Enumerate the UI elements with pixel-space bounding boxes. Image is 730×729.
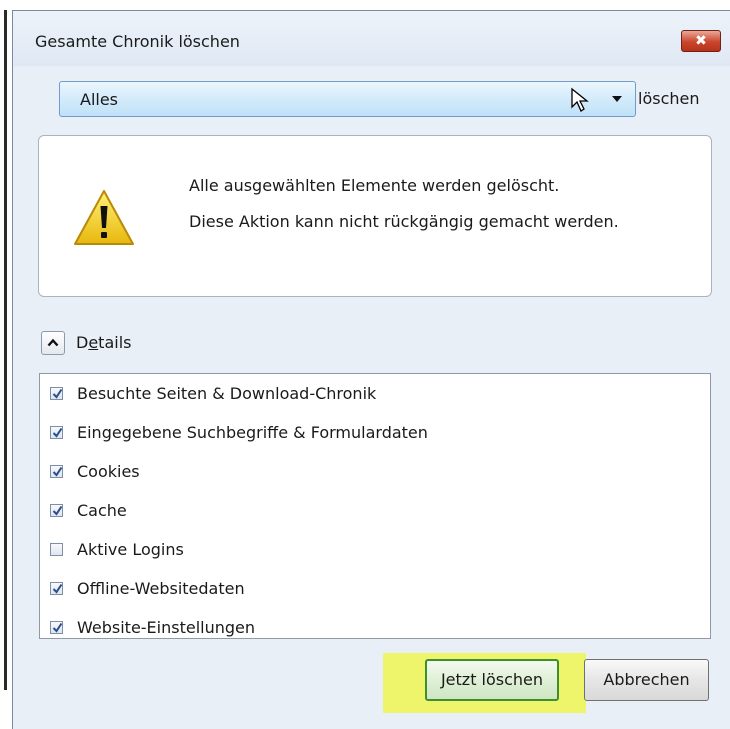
window-title: Gesamte Chronik löschen <box>35 32 240 51</box>
list-item-label: Eingegebene Suchbegriffe & Formulardaten <box>77 422 428 442</box>
close-icon: ✖ <box>695 33 707 49</box>
list-item[interactable]: Cookies <box>50 458 140 484</box>
time-range-value: Alles <box>80 90 119 109</box>
chevron-down-icon[interactable] <box>612 96 622 102</box>
list-item[interactable]: Eingegebene Suchbegriffe & Formulardaten <box>50 419 428 445</box>
list-item[interactable]: Cache <box>50 497 127 523</box>
list-item[interactable]: Aktive Logins <box>50 536 184 562</box>
warning-icon <box>74 190 134 245</box>
warning-irreversible-message: Diese Aktion kann nicht rückgängig gemac… <box>189 212 619 231</box>
clear-history-dialog: Gesamte Chronik löschen ✖ Alles löschen … <box>12 10 730 729</box>
list-item-label: Website-Einstellungen <box>77 617 256 637</box>
check-icon <box>52 583 63 594</box>
checkbox-site-settings[interactable] <box>50 620 63 634</box>
list-item-label: Aktive Logins <box>77 539 184 559</box>
list-item-label: Cache <box>77 500 127 520</box>
list-item[interactable]: Besuchte Seiten & Download-Chronik <box>50 380 376 406</box>
details-label-suffix: tails <box>98 333 132 352</box>
checkbox-cookies[interactable] <box>50 464 63 478</box>
close-button[interactable]: ✖ <box>681 30 721 52</box>
checkbox-active-logins[interactable] <box>50 542 63 556</box>
time-range-select[interactable]: Alles <box>59 81 636 117</box>
list-item[interactable]: Offline-Websitedaten <box>50 575 245 601</box>
title-bar: Gesamte Chronik löschen ✖ <box>13 11 730 66</box>
chevron-up-icon <box>47 338 59 347</box>
list-item[interactable]: Website-Einstellungen <box>50 614 255 640</box>
details-label[interactable]: Details <box>76 333 131 352</box>
checkbox-offline-data[interactable] <box>50 581 63 595</box>
details-label-prefix: D <box>76 333 89 352</box>
details-toggle-button[interactable] <box>41 331 65 355</box>
checkbox-form-data[interactable] <box>50 425 63 439</box>
items-checklist: Besuchte Seiten & Download-Chronik Einge… <box>39 373 711 639</box>
warning-panel: Alle ausgewählten Elemente werden gelösc… <box>38 135 712 297</box>
check-icon <box>52 505 63 516</box>
background-window-edge <box>0 0 12 729</box>
details-label-mnemonic: e <box>88 333 99 352</box>
cancel-button[interactable]: Abbrechen <box>584 659 709 701</box>
time-range-suffix-label: löschen <box>638 89 700 108</box>
checkbox-cache[interactable] <box>50 503 63 517</box>
mouse-cursor-icon <box>571 87 589 112</box>
warning-message: Alle ausgewählten Elemente werden gelösc… <box>189 176 560 195</box>
checkbox-visited-pages[interactable] <box>50 386 63 400</box>
list-item-label: Cookies <box>77 461 140 481</box>
background-window-border <box>4 10 7 690</box>
check-icon <box>52 466 63 477</box>
list-item-label: Besuchte Seiten & Download-Chronik <box>77 383 377 403</box>
list-item-label: Offline-Websitedaten <box>77 578 245 598</box>
check-icon <box>52 388 63 399</box>
check-icon <box>52 427 63 438</box>
check-icon <box>52 622 63 633</box>
clear-now-button[interactable]: Jetzt löschen <box>425 659 559 701</box>
